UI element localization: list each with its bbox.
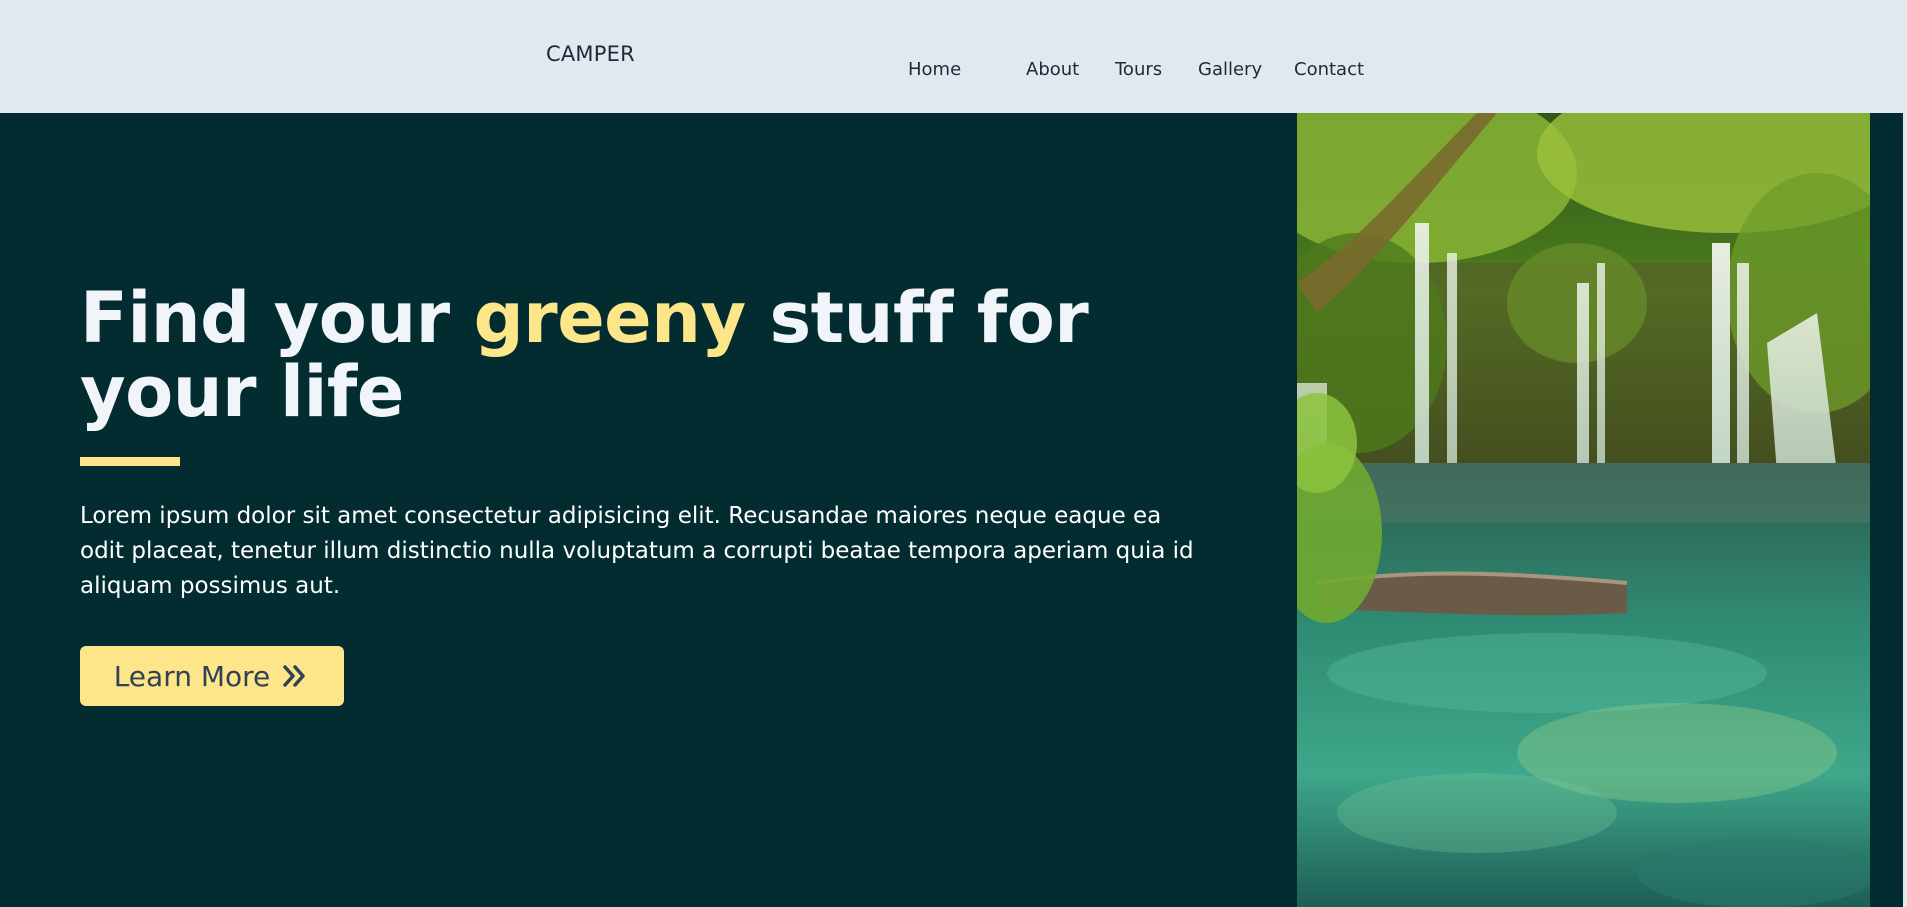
hero-section: Find your greeny stuff for your life Lor… (0, 113, 1903, 907)
title-underline-divider (80, 457, 180, 466)
nav-link-gallery[interactable]: Gallery (1198, 59, 1262, 80)
nav-link-contact[interactable]: Contact (1294, 59, 1364, 80)
hero-title-accent: greeny (473, 277, 747, 359)
learn-more-button[interactable]: Learn More (80, 646, 344, 706)
scrollbar[interactable] (1903, 0, 1907, 907)
waterfall-lagoon-image (1297, 113, 1870, 907)
nav-links: Home About Tours Gallery Contact (0, 59, 1903, 89)
nav-link-about[interactable]: About (1026, 59, 1079, 80)
double-chevron-right-icon (280, 661, 310, 691)
hero-description: Lorem ipsum dolor sit amet consectetur a… (80, 503, 1194, 599)
nav-link-tours[interactable]: Tours (1115, 59, 1162, 80)
hero-title: Find your greeny stuff for your life (80, 281, 1240, 429)
learn-more-label: Learn More (113, 659, 271, 693)
navbar: CAMPER Home About Tours Gallery Contact (0, 0, 1903, 113)
hero-title-part-1: Find your (80, 277, 474, 359)
nav-link-home[interactable]: Home (908, 59, 961, 80)
page: CAMPER Home About Tours Gallery Contact … (0, 0, 1907, 907)
